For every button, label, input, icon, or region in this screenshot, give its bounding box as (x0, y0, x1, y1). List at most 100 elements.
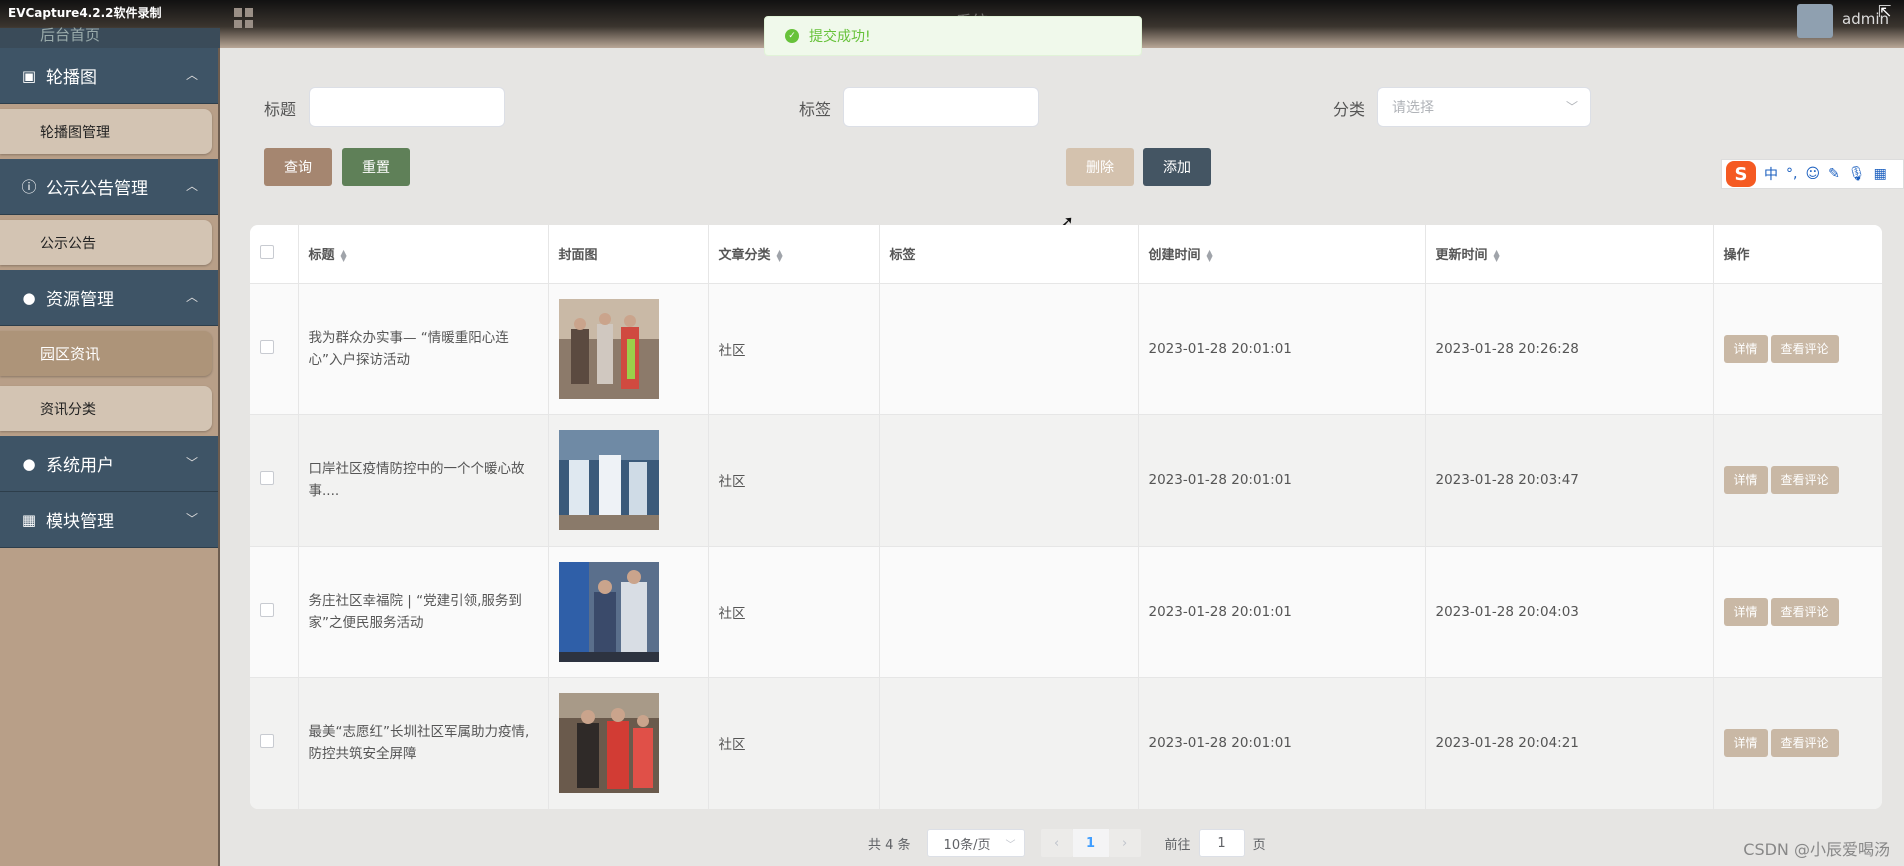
sidebar-group-announcement[interactable]: ⓘ 公示公告管理 ︿ (0, 159, 218, 215)
detail-button[interactable]: 详情 (1723, 729, 1768, 758)
add-button[interactable]: 添加 (1143, 148, 1211, 186)
page-size-value: 10条/页 (943, 837, 991, 853)
col-tag: 标签 (879, 225, 1139, 284)
pen-icon[interactable]: ✎ (1828, 166, 1840, 182)
sort-icon[interactable]: ▲ ▼ (1494, 248, 1500, 262)
detail-button[interactable]: 详情 (1723, 597, 1768, 626)
ime-mode[interactable]: 中 (1764, 164, 1778, 184)
punctuation-icon[interactable]: °, (1786, 166, 1797, 182)
sidebar-item-news-category[interactable]: 资讯分类 (0, 386, 212, 431)
col-created[interactable]: 创建时间 ▲ ▼ (1138, 225, 1426, 284)
row-title: 最美“志愿红”长圳社区军属助力疫情,防控共筑安全屏障 (308, 724, 530, 763)
sidebar-group-label: 资源管理 (46, 290, 114, 310)
cover-image[interactable] (558, 561, 659, 662)
microphone-icon[interactable]: 🎙 (1848, 166, 1866, 182)
chevron-down-icon: ﹀ (185, 512, 198, 526)
cover-image[interactable] (558, 693, 659, 794)
sort-icon[interactable]: ▲ ▼ (341, 248, 347, 262)
info-circle-icon: ⓘ (21, 178, 37, 196)
cover-image[interactable] (558, 430, 659, 531)
view-comments-button[interactable]: 查看评论 (1770, 729, 1839, 758)
view-comments-button[interactable]: 查看评论 (1770, 334, 1839, 363)
cover-image[interactable] (558, 298, 659, 399)
table-row: 最美“志愿红”长圳社区军属助力疫情,防控共筑安全屏障 社区 2023-01-28… (250, 677, 1882, 809)
row-updated: 2023-01-28 20:26:28 (1425, 283, 1714, 415)
grid-icon: ▦ (21, 510, 37, 529)
title-input[interactable] (309, 87, 505, 127)
chevron-up-icon: ︿ (185, 68, 198, 82)
tag-label: 标签 (799, 100, 832, 119)
sidebar-group-label: 公示公告管理 (46, 179, 148, 199)
sidebar-home-item[interactable]: 后台首页 (0, 26, 220, 48)
sidebar-home-label: 后台首页 (40, 26, 101, 44)
col-updated[interactable]: 更新时间 ▲ ▼ (1425, 225, 1714, 284)
watermark: CSDN @小辰爱喝汤 (1743, 840, 1890, 859)
detail-button[interactable]: 详情 (1723, 466, 1768, 495)
tag-input[interactable] (843, 87, 1039, 127)
delete-button[interactable]: 删除 (1066, 148, 1134, 186)
row-category: 社区 (708, 677, 880, 809)
sidebar: ▣ 轮播图 ︿ 轮播图管理 ⓘ 公示公告管理 ︿ 公示公告 ● 资源管理 ︿ 园… (0, 48, 220, 866)
bulb-icon: ● (22, 288, 36, 307)
ime-toolbar[interactable]: S 中 °, ☺ ✎ 🎙 ▦ (1721, 159, 1904, 189)
emoji-icon[interactable]: ☺ (1805, 166, 1820, 182)
table-header-row: 标题 ▲ ▼ 封面图 文章分类 ▲ ▼ 标签 创建时间 ▲ ▼ 更新时间 ▲ ▼ 操作 (250, 225, 1882, 284)
sidebar-group-resources[interactable]: ● 资源管理 ︿ (0, 270, 218, 326)
view-comments-button[interactable]: 查看评论 (1770, 597, 1839, 626)
chevron-up-icon: ︿ (185, 290, 198, 304)
sidebar-group-label: 系统用户 (46, 456, 114, 476)
select-all-checkbox[interactable] (260, 244, 274, 259)
row-tag (879, 414, 1139, 547)
goto-label: 前往 (1164, 837, 1191, 853)
pagination: 共 4 条 10条/页 ﹀ ‹ 1 › 前往 1 页 (868, 829, 1266, 857)
detail-button[interactable]: 详情 (1723, 334, 1768, 363)
sidebar-group-modules[interactable]: ▦ 模块管理 ﹀ (0, 492, 218, 548)
sort-icon[interactable]: ▲ ▼ (777, 248, 783, 262)
menu-toggle-icon[interactable] (234, 8, 254, 28)
view-comments-button[interactable]: 查看评论 (1770, 466, 1839, 495)
col-category[interactable]: 文章分类 ▲ ▼ (708, 225, 880, 284)
goto-page-input[interactable]: 1 (1198, 829, 1245, 857)
row-title: 口岸社区疫情防控中的一个个暖心故事.... (308, 461, 525, 500)
row-checkbox[interactable] (260, 339, 274, 354)
sidebar-group-system-users[interactable]: ● 系统用户 ﹀ (0, 436, 218, 492)
row-updated: 2023-01-28 20:03:47 (1425, 414, 1714, 547)
category-select[interactable]: 请选择 ﹀ (1377, 87, 1591, 127)
row-category: 社区 (708, 546, 880, 678)
page-number-current[interactable]: 1 (1072, 829, 1109, 857)
sidebar-item-carousel-manage[interactable]: 轮播图管理 (0, 109, 212, 154)
row-title: 务庄社区幸福院 | “党建引领,服务到家”之便民服务活动 (308, 592, 522, 631)
table-row: 口岸社区疫情防控中的一个个暖心故事.... 社区 2023-01-28 20:0… (250, 414, 1882, 547)
sort-icon[interactable]: ▲ ▼ (1207, 248, 1213, 262)
row-created: 2023-01-28 20:01:01 (1138, 283, 1426, 415)
page-size-select[interactable]: 10条/页 ﹀ (926, 829, 1025, 857)
success-toast: ✓ 提交成功! (764, 16, 1142, 56)
next-page-button[interactable]: › (1108, 829, 1141, 857)
table-row: 我为群众办实事— “情暖重阳心连心”入户探访活动 社区 2023-01-28 2… (250, 283, 1882, 415)
chevron-down-icon: ﹀ (1565, 100, 1578, 114)
row-tag (879, 677, 1139, 809)
chevron-up-icon: ︿ (185, 179, 198, 193)
fullscreen-icon[interactable]: ⇱ (1878, 2, 1891, 21)
sidebar-group-carousel[interactable]: ▣ 轮播图 ︿ (0, 48, 218, 104)
row-checkbox[interactable] (260, 734, 274, 749)
row-updated: 2023-01-28 20:04:03 (1425, 546, 1714, 678)
reset-button[interactable]: 重置 (342, 148, 410, 186)
avatar[interactable] (1797, 4, 1833, 38)
prev-page-button[interactable]: ‹ (1040, 829, 1073, 857)
total-count: 共 4 条 (868, 837, 911, 853)
row-checkbox[interactable] (260, 471, 274, 486)
title-label: 标题 (264, 100, 297, 119)
chevron-down-icon: ﹀ (185, 456, 198, 470)
grid-icon[interactable]: ▦ (1874, 166, 1887, 182)
query-button[interactable]: 查询 (264, 148, 332, 186)
row-tag (879, 283, 1139, 415)
sidebar-item-park-news[interactable]: 园区资讯 (0, 331, 212, 376)
sogou-logo: S (1726, 161, 1756, 187)
row-created: 2023-01-28 20:01:01 (1138, 677, 1426, 809)
row-checkbox[interactable] (260, 602, 274, 617)
row-title: 我为群众办实事— “情暖重阳心连心”入户探访活动 (308, 329, 509, 368)
sidebar-item-announcement[interactable]: 公示公告 (0, 220, 212, 265)
col-title[interactable]: 标题 ▲ ▼ (298, 225, 549, 284)
category-placeholder: 请选择 (1392, 100, 1434, 116)
